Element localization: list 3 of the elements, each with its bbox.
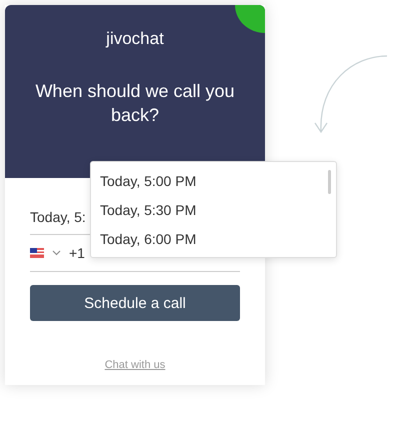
country-code: +1: [69, 245, 85, 261]
heading: When should we call you back?: [34, 80, 236, 127]
logo-text: jivochat: [106, 29, 164, 49]
